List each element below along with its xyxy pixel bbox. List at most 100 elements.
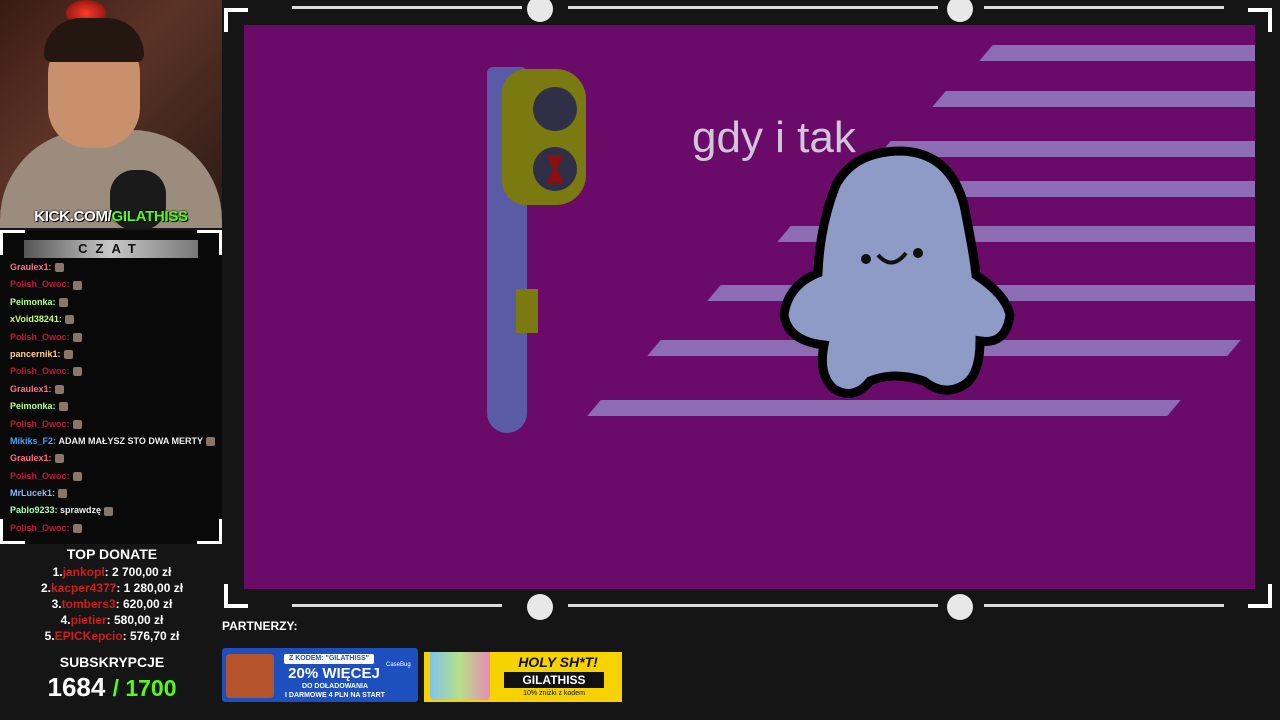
donate-rank: 2. — [40, 581, 51, 595]
chat-message: Polish_Owoc: — [10, 416, 220, 433]
chat-message: pancernik1: — [10, 346, 220, 363]
sponsor-logo-icon — [527, 0, 553, 22]
chat-message: Pablo9233: sprawdzę — [10, 502, 220, 519]
chat-username[interactable]: Graulex1: — [10, 453, 52, 463]
donor-name: kacper4377 — [50, 581, 117, 595]
chat-username[interactable]: xVoid38241: — [10, 314, 62, 324]
crosswalk-stripe — [932, 91, 1255, 107]
chat-messages: Graulex1: Polish_Owoc: Peimonka: xVoid38241… — [10, 259, 220, 537]
frame-corner — [0, 230, 25, 255]
frame-corner — [197, 230, 222, 255]
chat-username[interactable]: Pablo9233: — [10, 505, 58, 515]
top-donate-title: TOP DONATE — [66, 546, 158, 562]
emote-icon — [64, 315, 74, 325]
donate-rank: 3. — [51, 597, 62, 611]
emote-icon — [63, 350, 73, 360]
emote-icon — [58, 402, 68, 412]
chat-text: sprawdzę — [60, 505, 102, 516]
frame-bar — [984, 6, 1224, 9]
promo-code: Z KODEM: "GILATHISS" — [284, 654, 374, 664]
holy-discount: 10% zniżki z kodem — [523, 690, 585, 697]
promo-headline: 20% WIĘCEJ — [288, 665, 380, 682]
frame-bar — [568, 6, 938, 9]
channel-name: GILATHISS — [111, 208, 189, 225]
sponsor-logo-icon — [947, 594, 973, 620]
chat-message: Polish_Owoc: — [10, 468, 220, 485]
donor-name: jankopl — [62, 565, 105, 579]
chat-message: Graulex1: — [10, 450, 220, 467]
chat-username[interactable]: Graulex1: — [10, 262, 52, 272]
top-donate-list: 1.jankopl: 2 700,00 zł 2.kacper4377: 1 28… — [0, 564, 224, 644]
subs-counter: 1684 / 1700 — [0, 672, 224, 703]
emote-icon — [72, 332, 82, 342]
emote-icon — [54, 384, 64, 394]
chat-message: xVoid38241: — [10, 311, 220, 328]
sponsor-logo-icon — [527, 594, 553, 620]
chat-username[interactable]: Graulex1: — [10, 384, 52, 394]
emote-icon — [54, 454, 64, 464]
chat-message: Polish_Owoc: — [10, 276, 220, 293]
donate-entry: 1.jankopl: 2 700,00 zł — [0, 564, 224, 580]
emote-icon — [72, 280, 82, 290]
chat-username[interactable]: Polish_Owoc: — [10, 279, 70, 289]
chat-username[interactable]: pancernik1: — [10, 349, 61, 359]
chat-username[interactable]: Polish_Owoc: — [10, 419, 70, 429]
chat-message: Polish_Owoc: — [10, 363, 220, 380]
emote-icon — [206, 437, 216, 447]
chat-panel: CZAT Graulex1: Polish_Owoc: Peimonka: xVoid… — [0, 230, 222, 544]
webcam-feed: KICK.COM/GILATHISS — [0, 0, 222, 228]
casebug-logo: CaseBug — [386, 662, 411, 668]
sponsor-logo-icon — [947, 0, 973, 22]
holy-banner[interactable]: HOLY SH*T! GILATHISS 10% zniżki z kodem — [424, 652, 622, 702]
chat-message: Peimonka: — [10, 398, 220, 415]
chat-username[interactable]: Peimonka: — [10, 401, 56, 411]
frame-bar — [292, 604, 502, 607]
donate-amount: : 620,00 zł — [115, 597, 173, 611]
top-donate-panel: TOP DONATE 1.jankopl: 2 700,00 zł 2.kacpe… — [0, 544, 224, 644]
chat-username[interactable]: Peimonka: — [10, 297, 56, 307]
emote-icon — [104, 506, 114, 516]
casebug-banner[interactable]: Z KODEM: "GILATHISS" 20% WIĘCEJ DO DOŁAD… — [222, 648, 418, 702]
streamer-hair — [44, 18, 144, 62]
emote-icon — [72, 419, 82, 429]
emote-icon — [58, 489, 68, 499]
chat-username[interactable]: Polish_Owoc: — [10, 523, 70, 533]
chat-username[interactable]: MrLucek1: — [10, 488, 55, 498]
chat-username[interactable]: Mikiks_F2: — [10, 436, 56, 446]
donate-rank: 4. — [60, 613, 71, 627]
emote-icon — [72, 367, 82, 377]
frame-bar — [568, 604, 938, 607]
stream-video: gdy i tak — [244, 25, 1255, 589]
donate-entry: 5.EPICKepcio: 576,70 zł — [0, 628, 224, 644]
subs-goal: / 1700 — [112, 675, 177, 701]
donate-entry: 4.pietier: 580,00 zł — [0, 612, 224, 628]
partners-label: PARTNERZY: — [222, 619, 298, 633]
traffic-light-lamp — [533, 87, 577, 131]
ghost-eye — [913, 248, 923, 258]
emote-icon — [54, 263, 64, 273]
donate-amount: : 580,00 zł — [106, 613, 164, 627]
donate-amount: : 2 700,00 zł — [104, 565, 172, 579]
holy-code: GILATHISS — [504, 672, 604, 688]
chat-message: Polish_Owoc: — [10, 520, 220, 537]
crossing-button — [516, 289, 538, 333]
donor-name: EPICKepcio — [54, 629, 123, 643]
donate-rank: 5. — [44, 629, 55, 643]
chat-message: Polish_Owoc: — [10, 329, 220, 346]
ghost-eye — [861, 254, 871, 264]
drink-cans-image — [430, 652, 490, 700]
chat-username[interactable]: Polish_Owoc: — [10, 366, 70, 376]
chat-message: MrLucek1: — [10, 485, 220, 502]
chat-username[interactable]: Polish_Owoc: — [10, 332, 70, 342]
channel-url: KICK.COM/GILATHISS — [34, 208, 189, 225]
chat-username[interactable]: Polish_Owoc: — [10, 471, 70, 481]
frame-bar — [292, 6, 522, 9]
subs-title: SUBSKRYPCJE — [59, 654, 165, 670]
subs-current: 1684 — [47, 672, 106, 702]
frame-bar — [984, 604, 1224, 607]
loot-box-icon — [226, 654, 274, 698]
emote-icon — [72, 523, 82, 533]
chat-text: ADAM MAŁYSZ STO DWA MERTY — [58, 435, 204, 446]
donate-entry: 2.kacper4377: 1 280,00 zł — [0, 580, 224, 596]
holy-headline: HOLY SH*T! — [518, 654, 598, 670]
